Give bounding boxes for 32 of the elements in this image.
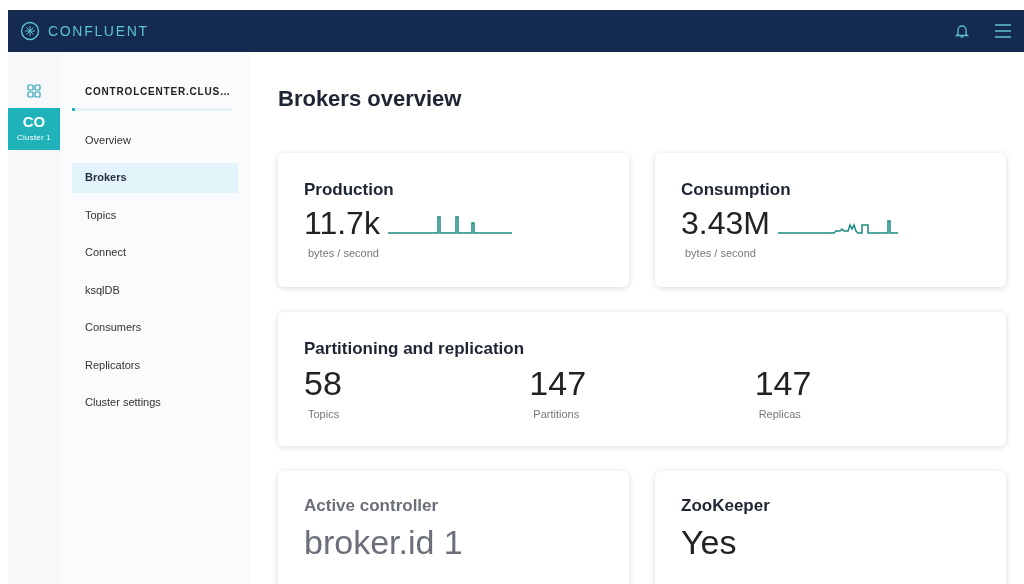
- metric-unit: bytes / second: [685, 245, 757, 261]
- sidebar-item[interactable]: Consumers: [72, 312, 238, 343]
- sidebar-item[interactable]: Brokers: [72, 162, 238, 193]
- sidebar-item[interactable]: Connect: [72, 237, 238, 268]
- status-value: Yes: [681, 524, 738, 559]
- stat-value: 147: [529, 365, 588, 400]
- card-title: Consumption: [681, 179, 792, 201]
- page-title: Brokers overview: [278, 88, 463, 110]
- sidebar-item[interactable]: Replicators: [72, 350, 238, 380]
- logo-icon: [20, 21, 40, 41]
- card-title: Partitioning and replication: [304, 338, 526, 360]
- stat-value: 147: [754, 365, 813, 400]
- cluster-title: CONTROLCENTER.CLUS…: [84, 85, 232, 99]
- stat-value: 58: [304, 365, 343, 400]
- status-value: broker.id 1: [304, 524, 464, 559]
- grid-icon[interactable]: [27, 84, 41, 98]
- brand-name: CONFLUENT: [48, 21, 149, 41]
- card-title: ZooKeeper: [681, 495, 771, 517]
- sidebar-item[interactable]: Cluster settings: [72, 387, 238, 418]
- stat-label: Replicas: [758, 406, 802, 422]
- metric-value: 11.7k: [304, 206, 380, 239]
- sidebar-item[interactable]: Overview: [72, 125, 238, 155]
- stat-label: Partitions: [533, 406, 581, 422]
- menu-icon[interactable]: [994, 23, 1012, 39]
- card-title: Active controller: [304, 495, 440, 517]
- card-title: Production: [304, 179, 395, 201]
- notification-icon[interactable]: [954, 23, 970, 39]
- sidebar-item[interactable]: Topics: [72, 200, 238, 230]
- stat-label: Topics: [308, 406, 341, 422]
- metric-unit: bytes / second: [308, 245, 380, 261]
- metric-value: 3.43M: [681, 206, 770, 239]
- sidebar-item[interactable]: ksqlDB: [72, 275, 238, 305]
